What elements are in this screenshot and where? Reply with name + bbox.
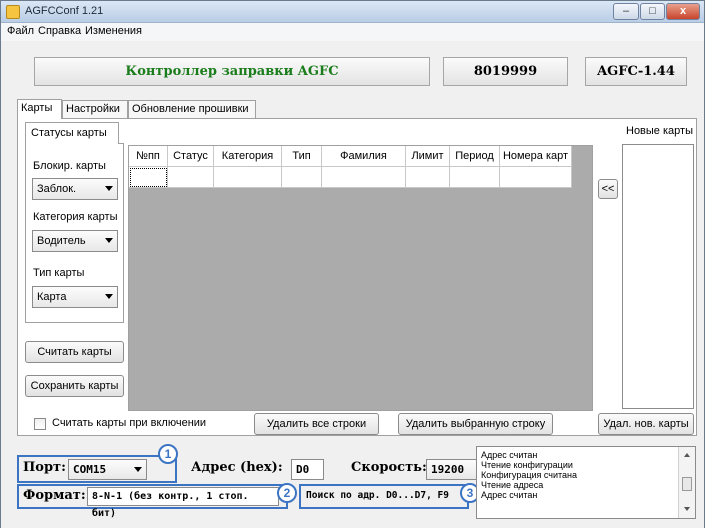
chevron-down-icon: [105, 294, 113, 299]
table-cell[interactable]: [168, 167, 214, 188]
log-entry: Адрес считан: [481, 450, 538, 460]
column-header[interactable]: Категория: [214, 146, 282, 167]
save-cards-button[interactable]: Сохранить карты: [25, 375, 124, 397]
read-on-start-label: Считать карты при включении: [52, 417, 207, 429]
column-header[interactable]: Тип: [282, 146, 322, 167]
log-entry: Конфигурация считана: [481, 470, 578, 480]
column-header[interactable]: Статус: [168, 146, 214, 167]
log-entry: Чтение конфигурации: [481, 460, 573, 470]
delete-selected-row-button[interactable]: Удалить выбранную строку: [398, 413, 553, 435]
speed-label: Скорость:: [351, 460, 427, 475]
column-header[interactable]: Номера карт: [500, 146, 572, 167]
chevron-down-icon: [105, 186, 113, 191]
delete-new-cards-button[interactable]: Удал. нов. карты: [598, 413, 694, 435]
menu-changes[interactable]: Изменения: [85, 25, 142, 37]
badge-1: 1: [158, 444, 178, 464]
table-header: №пп Статус Категория Тип Фамилия Лимит П…: [129, 146, 572, 167]
minimize-button[interactable]: –: [613, 3, 639, 20]
close-button[interactable]: x: [666, 3, 700, 20]
column-header[interactable]: Фамилия: [322, 146, 406, 167]
scroll-down-icon[interactable]: [684, 507, 690, 511]
block-select-value: Заблок.: [37, 183, 77, 195]
tab-firmware-update[interactable]: Обновление прошивки: [128, 100, 256, 119]
title-bar: AGFCConf 1.21 – □ x: [1, 1, 704, 23]
tab-card-statuses[interactable]: Статусы карты: [25, 122, 119, 144]
port-select-value: COM15: [73, 463, 107, 476]
address-input[interactable]: D0: [291, 459, 324, 480]
category-select[interactable]: Водитель: [32, 230, 118, 252]
badge-2: 2: [277, 483, 297, 503]
scroll-thumb[interactable]: [682, 477, 692, 491]
menu-file[interactable]: Файл: [7, 25, 34, 37]
move-new-cards-button[interactable]: <<: [598, 179, 618, 199]
column-header[interactable]: №пп: [129, 146, 168, 167]
format-field[interactable]: 8-N-1 (без контр., 1 стоп. бит): [87, 487, 279, 519]
chevron-down-icon: [105, 238, 113, 243]
serial-number: 8019999: [443, 57, 568, 86]
category-select-value: Водитель: [37, 235, 86, 247]
chevron-down-icon: [134, 467, 142, 472]
table-cell[interactable]: [500, 167, 572, 188]
table-cell[interactable]: [282, 167, 322, 188]
maximize-button[interactable]: □: [640, 3, 665, 20]
new-cards-label: Новые карты: [626, 125, 693, 137]
port-label: Порт:: [23, 460, 66, 475]
menu-help[interactable]: Справка: [38, 25, 81, 37]
window-title: AGFCConf 1.21: [25, 5, 104, 17]
column-header[interactable]: Период: [450, 146, 500, 167]
log-scrollbar[interactable]: [678, 447, 695, 518]
address-search-button[interactable]: Поиск по адр. D0...D7, F9: [306, 490, 449, 501]
type-label: Тип карты: [33, 267, 85, 279]
format-label: Формат:: [23, 488, 86, 503]
log-list[interactable]: Адрес считан Чтение конфигурации Конфигу…: [476, 446, 696, 519]
table-row[interactable]: [129, 167, 572, 188]
port-select[interactable]: COM15: [68, 459, 147, 480]
block-select[interactable]: Заблок.: [32, 178, 118, 200]
speed-select-value: 19200: [431, 463, 465, 476]
type-select-value: Карта: [37, 291, 67, 303]
category-label: Категория карты: [33, 211, 118, 223]
scroll-up-icon[interactable]: [684, 453, 690, 457]
read-cards-button[interactable]: Считать карты: [25, 341, 124, 363]
table-cell[interactable]: [406, 167, 450, 188]
tab-cards[interactable]: Карты: [17, 99, 62, 119]
new-cards-list[interactable]: [622, 144, 694, 409]
tab-settings[interactable]: Настройки: [62, 100, 128, 119]
table-cell[interactable]: [450, 167, 500, 188]
delete-all-rows-button[interactable]: Удалить все строки: [254, 413, 379, 435]
status-bar: [1, 521, 704, 528]
menu-bar: Файл Справка Изменения: [1, 23, 704, 41]
controller-title: Контроллер заправки AGFC: [34, 57, 430, 86]
app-icon: [6, 5, 20, 19]
table-cell[interactable]: [214, 167, 282, 188]
address-label: Адрес (hex):: [191, 460, 283, 475]
cards-table[interactable]: №пп Статус Категория Тип Фамилия Лимит П…: [128, 145, 593, 411]
block-label: Блокир. карты: [33, 160, 106, 172]
log-entry: Чтение адреса: [481, 480, 544, 490]
column-header[interactable]: Лимит: [406, 146, 450, 167]
table-cell[interactable]: [129, 167, 168, 188]
read-on-start-checkbox[interactable]: [34, 418, 46, 430]
firmware-version: AGFC-1.44: [585, 57, 687, 86]
type-select[interactable]: Карта: [32, 286, 118, 308]
app-window: AGFCConf 1.21 – □ x Файл Справка Изменен…: [0, 0, 705, 528]
log-entry: Адрес считан: [481, 490, 538, 500]
table-cell[interactable]: [322, 167, 406, 188]
